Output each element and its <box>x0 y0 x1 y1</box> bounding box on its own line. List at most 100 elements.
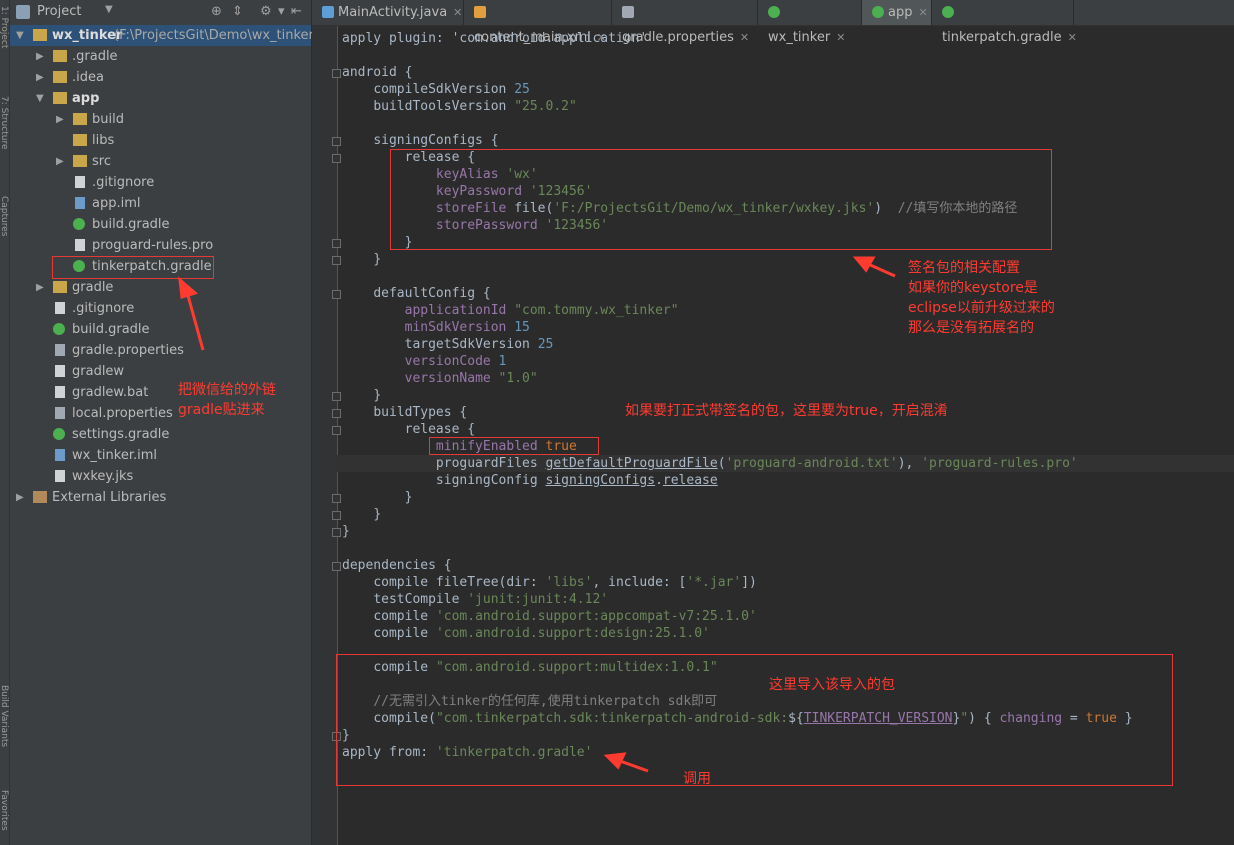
code-line: buildToolsVersion "25.0.2" <box>373 99 577 114</box>
code-line: } <box>373 388 382 403</box>
tree-item[interactable]: .gitignore <box>10 172 311 193</box>
chevron-right-icon[interactable]: ▶ <box>16 487 26 508</box>
chevron-right-icon[interactable]: ▶ <box>36 67 46 88</box>
tree-item[interactable]: tinkerpatch.gradle <box>10 256 311 277</box>
tree-item[interactable]: gradle.properties <box>10 340 311 361</box>
fold-marker-icon[interactable] <box>332 732 341 741</box>
tree-item[interactable]: build.gradle <box>10 319 311 340</box>
fold-marker-icon[interactable] <box>332 290 341 299</box>
fold-marker-icon[interactable] <box>332 239 341 248</box>
file-icon <box>55 386 65 398</box>
gradle-icon <box>942 6 954 18</box>
editor-tab[interactable]: app ✕ <box>862 0 932 25</box>
tree-item[interactable]: gradlew <box>10 361 311 382</box>
fold-marker-icon[interactable] <box>332 426 341 435</box>
tree-item[interactable]: .gitignore <box>10 298 311 319</box>
close-icon[interactable]: ✕ <box>453 6 462 19</box>
tree-item[interactable]: libs <box>10 130 311 151</box>
fold-marker-icon[interactable] <box>332 562 341 571</box>
code-line: buildTypes { <box>373 405 468 420</box>
tree-item-label: proguard-rules.pro <box>92 238 214 253</box>
chevron-right-icon[interactable]: ▶ <box>56 109 66 130</box>
tree-item-label: build <box>92 112 124 127</box>
tree-item-label: build.gradle <box>72 322 150 337</box>
tree-item[interactable]: proguard-rules.pro <box>10 235 311 256</box>
scroll-from-source-icon[interactable]: ⊕ <box>211 4 222 19</box>
properties-icon <box>55 407 65 419</box>
tree-item[interactable]: wxkey.jks <box>10 466 311 487</box>
code-line: compile("com.tinkerpatch.sdk:tinkerpatch… <box>373 711 1133 726</box>
tab-label: MainActivity.java <box>338 5 448 20</box>
editor-tab[interactable]: gradle.properties ✕ <box>612 0 758 45</box>
folder-icon <box>73 113 87 125</box>
code-line: apply from: 'tinkerpatch.gradle' <box>342 745 593 760</box>
project-tool-button[interactable]: 1: Project <box>0 6 9 48</box>
chevron-right-icon[interactable]: ▶ <box>36 46 46 67</box>
close-icon[interactable]: ✕ <box>836 31 845 44</box>
chevron-right-icon[interactable]: ▶ <box>36 277 46 298</box>
gradle-icon <box>73 218 85 230</box>
structure-tool-button[interactable]: 7: Structure <box>0 96 9 150</box>
hide-panel-icon[interactable]: ⇤ <box>291 4 302 19</box>
close-icon[interactable]: ✕ <box>740 31 749 44</box>
tree-item[interactable]: ▼ wx_tinker (F:\ProjectsGit\Demo\wx_tinker… <box>10 25 319 46</box>
build-variants-tool-button[interactable]: Build Variants <box>0 685 9 747</box>
project-view-selector[interactable]: Project <box>37 4 81 19</box>
tree-item[interactable]: app.iml <box>10 193 311 214</box>
gradle-annotation: 把微信给的外链 gradle贴进来 <box>178 382 276 418</box>
gear-chevron-icon[interactable]: ▾ <box>278 4 285 19</box>
fold-marker-icon[interactable] <box>332 154 341 163</box>
collapse-all-icon[interactable]: ⇕ <box>232 4 243 19</box>
editor-tab[interactable]: wx_tinker ✕ <box>758 0 862 45</box>
fold-marker-icon[interactable] <box>332 409 341 418</box>
tool-window-strip: 1: Project 7: Structure Captures Build V… <box>0 0 10 845</box>
tree-item-label: wx_tinker.iml <box>72 448 158 463</box>
tree-item[interactable]: settings.gradle <box>10 424 311 445</box>
tree-item[interactable]: wx_tinker.iml <box>10 445 311 466</box>
code-line: defaultConfig { <box>373 286 491 301</box>
fold-marker-icon[interactable] <box>332 392 341 401</box>
code-line: versionCode 1 <box>404 354 507 369</box>
captures-tool-button[interactable]: Captures <box>0 196 9 236</box>
chevron-right-icon[interactable]: ▶ <box>56 151 66 172</box>
code-line: } <box>342 524 350 539</box>
close-icon[interactable]: ✕ <box>1068 31 1077 44</box>
tree-item[interactable]: ▶ src <box>10 151 311 172</box>
java-class-icon <box>322 6 334 18</box>
editor-tab[interactable]: MainActivity.java ✕ <box>312 0 464 25</box>
folder-icon <box>53 281 67 293</box>
code-line: //无需引入tinker的任何库,使用tinkerpatch sdk即可 <box>373 694 718 709</box>
current-code-line: proguardFiles getDefaultProguardFile('pr… <box>337 455 1234 472</box>
xml-icon <box>474 6 486 18</box>
tree-item[interactable]: ▶ External Libraries <box>10 487 311 508</box>
fold-marker-icon[interactable] <box>332 528 341 537</box>
chevron-down-icon[interactable]: ▼ <box>36 88 46 109</box>
chevron-down-icon[interactable]: ▼ <box>105 4 113 15</box>
code-line: } <box>373 507 382 522</box>
tree-item[interactable]: ▶ gradle <box>10 277 311 298</box>
editor-tab[interactable]: content_main.xml ✕ <box>464 0 612 45</box>
tree-item[interactable]: build.gradle <box>10 214 311 235</box>
arrow-icon <box>852 256 896 278</box>
code-line: release { <box>404 422 476 437</box>
tree-item[interactable]: ▶ .gradle <box>10 46 311 67</box>
close-icon[interactable]: ✕ <box>918 6 927 19</box>
editor-tab[interactable]: tinkerpatch.gradle ✕ <box>932 0 1077 45</box>
fold-marker-icon[interactable] <box>332 511 341 520</box>
tree-item[interactable]: ▼ app <box>10 88 311 109</box>
code-line: storeFile file('F:/ProjectsGit/Demo/wx_t… <box>435 201 1018 216</box>
chevron-down-icon[interactable]: ▼ <box>16 25 26 46</box>
fold-marker-icon[interactable] <box>332 494 341 503</box>
tree-item[interactable]: ▶ .idea <box>10 67 311 88</box>
tree-item-label: gradle.properties <box>72 343 184 358</box>
fold-marker-icon[interactable] <box>332 137 341 146</box>
fold-marker-icon[interactable] <box>332 69 341 78</box>
tree-item[interactable]: ▶ build <box>10 109 311 130</box>
favorites-tool-button[interactable]: Favorites <box>0 790 9 831</box>
fold-marker-icon[interactable] <box>332 256 341 265</box>
tree-item-label: gradlew <box>72 364 125 379</box>
code-line: applicationId "com.tommy.wx_tinker" <box>404 303 679 318</box>
project-panel: Project ▼ ⊕ ⇕ ⚙ ▾ ⇤ ▼ wx_tinker (F:\Projec… <box>10 0 319 845</box>
release-annotation: 如果要打正式带签名的包，这里要为true，开启混淆 <box>625 403 948 419</box>
gear-icon[interactable]: ⚙ <box>260 4 272 19</box>
